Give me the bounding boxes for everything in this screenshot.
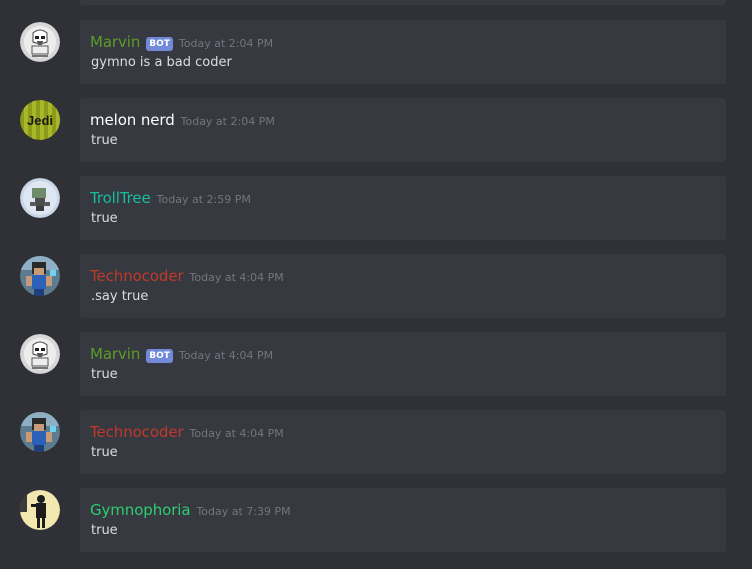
message-content: true [91, 133, 118, 148]
username[interactable]: melon nerd [90, 111, 175, 129]
jedi-avatar-icon: Jedi [20, 100, 60, 140]
message-item: Technocoder Today at 4:04 PM .say true [0, 254, 752, 332]
message-card: Marvin BOT Today at 2:04 PM gymno is a b… [80, 20, 726, 84]
message-item: Gymnophoria Today at 7:39 PM true [0, 488, 752, 566]
timestamp: Today at 4:04 PM [178, 349, 274, 362]
message-content: true [91, 367, 118, 382]
message-content: true [91, 211, 118, 226]
stormtrooper-avatar-icon [20, 22, 60, 62]
stormtrooper-avatar-icon [20, 334, 60, 374]
message-card: Marvin BOT Today at 4:04 PM true [80, 332, 726, 396]
message-item: Marvin BOT Today at 2:04 PM gymno is a b… [0, 20, 752, 98]
message-header: Gymnophoria Today at 7:39 PM [90, 501, 291, 521]
message-card: Technocoder Today at 4:04 PM .say true [80, 254, 726, 318]
message-item: Marvin BOT Today at 4:04 PM true [0, 332, 752, 410]
username[interactable]: TrollTree [90, 189, 151, 207]
timestamp: Today at 7:39 PM [196, 505, 291, 518]
message-card: melon nerd Today at 2:04 PM true [80, 98, 726, 162]
username[interactable]: Gymnophoria [90, 501, 191, 519]
message-header: Technocoder Today at 4:04 PM [90, 423, 284, 443]
message-header: Marvin BOT Today at 2:04 PM [90, 33, 273, 53]
minecraft-avatar-icon [20, 412, 60, 452]
avatar[interactable]: Jedi [20, 100, 60, 140]
message-item: Jedi melon nerd Today at 2:04 PM true [0, 98, 752, 176]
gymnophoria-avatar-icon [20, 490, 60, 530]
message-content: gymno is a bad coder [91, 55, 232, 70]
avatar-text: Jedi [27, 113, 53, 128]
bot-badge: BOT [146, 349, 173, 363]
previous-message-card [80, 0, 726, 5]
username[interactable]: Technocoder [90, 423, 184, 441]
message-item: TrollTree Today at 2:59 PM true [0, 176, 752, 254]
message-card: Technocoder Today at 4:04 PM true [80, 410, 726, 474]
avatar[interactable] [20, 334, 60, 374]
minecraft-avatar-icon [20, 256, 60, 296]
message-content: .say true [91, 289, 149, 304]
avatar[interactable] [20, 22, 60, 62]
message-card: TrollTree Today at 2:59 PM true [80, 176, 726, 240]
chat-messages: Marvin BOT Today at 2:04 PM gymno is a b… [0, 0, 752, 569]
avatar[interactable] [20, 490, 60, 530]
message-item: Technocoder Today at 4:04 PM true [0, 410, 752, 488]
message-content: true [91, 445, 118, 460]
avatar[interactable] [20, 256, 60, 296]
timestamp: Today at 4:04 PM [189, 271, 284, 284]
message-card: Gymnophoria Today at 7:39 PM true [80, 488, 726, 552]
message-content: true [91, 523, 118, 538]
timestamp: Today at 2:04 PM [178, 37, 274, 50]
avatar[interactable] [20, 178, 60, 218]
username[interactable]: Marvin [90, 33, 140, 51]
bot-badge: BOT [146, 37, 173, 51]
timestamp: Today at 2:04 PM [180, 115, 275, 128]
username[interactable]: Technocoder [90, 267, 184, 285]
message-header: Marvin BOT Today at 4:04 PM [90, 345, 273, 365]
timestamp: Today at 4:04 PM [189, 427, 284, 440]
trolltree-avatar-icon [20, 178, 60, 218]
message-header: melon nerd Today at 2:04 PM [90, 111, 275, 131]
timestamp: Today at 2:59 PM [156, 193, 251, 206]
message-header: TrollTree Today at 2:59 PM [90, 189, 251, 209]
avatar[interactable] [20, 412, 60, 452]
message-header: Technocoder Today at 4:04 PM [90, 267, 284, 287]
username[interactable]: Marvin [90, 345, 140, 363]
